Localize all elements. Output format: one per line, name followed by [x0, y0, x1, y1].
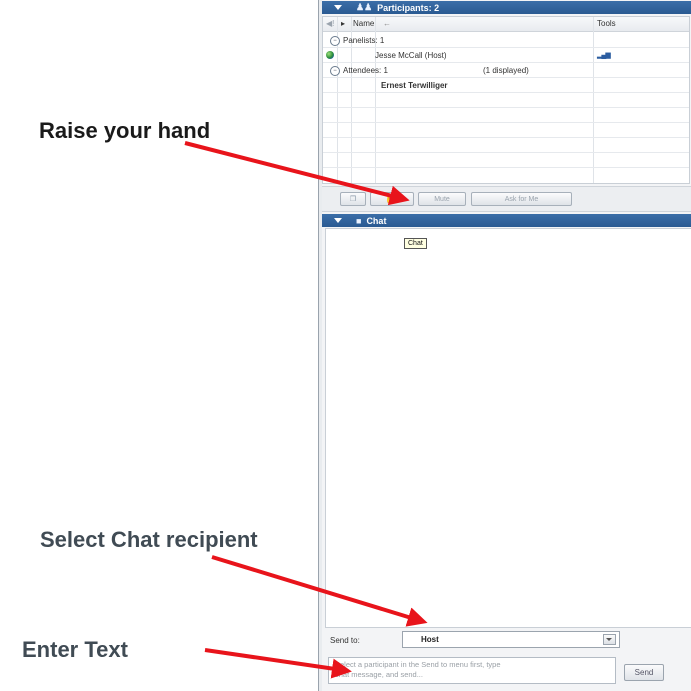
globe-icon [326, 51, 334, 59]
collapse-icon[interactable] [334, 5, 342, 10]
name-column-header[interactable]: Name [353, 19, 374, 28]
signal-icon: ▂▄▆ [597, 52, 611, 59]
attendee-name[interactable]: Ernest Terwilliger [381, 81, 448, 90]
mute-button[interactable]: Mute [418, 192, 466, 206]
panelists-group-label: Panelists: 1 [343, 36, 385, 45]
ask-for-me-button[interactable]: Ask for Me [471, 192, 572, 206]
send-to-row: Send to: Host [322, 628, 691, 650]
chat-title: Chat [366, 215, 387, 226]
chat-message-input[interactable]: Select a participant in the Send to menu… [328, 657, 616, 684]
enter-text-annotation: Enter Text [22, 637, 128, 662]
message-placeholder-line1: Select a participant in the Send to menu… [335, 660, 501, 669]
participants-header[interactable]: ♟♟ Participants: 2 [322, 1, 691, 14]
raise-hand-annotation: Raise your hand [39, 118, 211, 143]
send-button[interactable]: Send [624, 664, 664, 681]
participants-icon: ♟♟ [356, 2, 373, 12]
raise-hand-icon: ✋▾ [385, 194, 399, 204]
meeting-sidebar: ♟♟ Participants: 2 ◀! ▸ Name ← Tools − P… [318, 0, 691, 691]
message-placeholder-line2: chat message, and send... [335, 670, 423, 679]
panel-inner: ♟♟ Participants: 2 ◀! ▸ Name ← Tools − P… [322, 0, 691, 691]
attendees-group-label: Attendees: 1 [343, 66, 388, 75]
collapse-panelists-icon[interactable]: − [330, 36, 340, 46]
send-to-label: Send to: [330, 636, 360, 645]
column-options-icon-2[interactable]: ▸ [341, 19, 345, 28]
attendees-count: (1 displayed) [483, 66, 529, 75]
chat-bubble-icon: ■ [356, 215, 362, 226]
send-to-value: Host [421, 635, 439, 644]
column-options-icon[interactable]: ◀! [326, 19, 334, 28]
chat-tooltip: Chat [404, 238, 427, 249]
select-recipient-annotation: Select Chat recipient [40, 527, 258, 552]
participants-title: Participants: 2 [377, 2, 440, 13]
send-to-dropdown[interactable]: Host [402, 631, 620, 648]
participants-toolbar: ❒ ✋▾ Mute Ask for Me [322, 186, 691, 212]
participants-list: ◀! ▸ Name ← Tools − Panelists: 1 Jesse M… [322, 16, 690, 184]
collapse-chat-icon[interactable] [334, 218, 342, 223]
host-name[interactable]: Jesse McCall (Host) [375, 51, 447, 60]
participant-menu-button[interactable]: ❒ [340, 192, 366, 206]
chat-header[interactable]: ■ Chat [322, 214, 691, 227]
raise-hand-button[interactable]: ✋▾ [370, 192, 414, 206]
chat-history: Chat [325, 228, 691, 628]
participants-list-header [323, 17, 689, 32]
sort-arrow-icon: ← [383, 19, 391, 28]
chevron-down-icon[interactable] [603, 634, 616, 645]
tools-column-header[interactable]: Tools [597, 19, 616, 28]
collapse-attendees-icon[interactable]: − [330, 66, 340, 76]
screenshot: ♟♟ Participants: 2 ◀! ▸ Name ← Tools − P… [0, 0, 691, 691]
person-icon: ❒ [349, 196, 357, 203]
